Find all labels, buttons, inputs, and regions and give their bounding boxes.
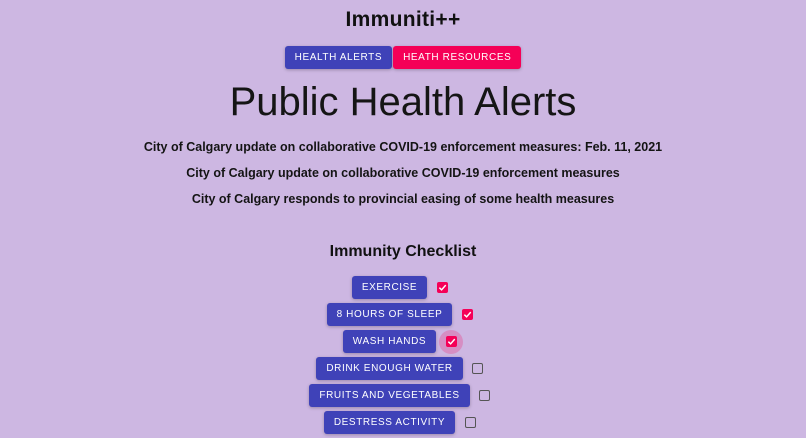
health-resources-button[interactable]: HEATH RESOURCES: [393, 46, 522, 69]
checkbox-checked-icon: [445, 336, 457, 347]
destress-activity-checkbox[interactable]: [458, 411, 482, 435]
checklist-row-destress: DESTRESS ACTIVITY: [0, 411, 806, 434]
wash-hands-button[interactable]: WASH HANDS: [342, 330, 437, 353]
checkbox-unchecked-icon: [479, 390, 491, 401]
nav-bar: HEALTH ALERTS HEATH RESOURCES: [0, 46, 806, 69]
alert-link[interactable]: City of Calgary responds to provincial e…: [0, 191, 806, 217]
checklist-title: Immunity Checklist: [329, 243, 477, 260]
checklist-row-sleep: 8 HOURS OF SLEEP: [0, 303, 806, 326]
health-alerts-button[interactable]: HEALTH ALERTS: [284, 46, 393, 69]
page-title: Public Health Alerts: [229, 80, 577, 124]
exercise-checkbox[interactable]: [430, 276, 454, 300]
checkbox-unchecked-icon: [464, 417, 476, 428]
checklist-row-fruits: FRUITS AND VEGETABLES: [0, 384, 806, 407]
fruits-vegetables-button[interactable]: FRUITS AND VEGETABLES: [309, 384, 470, 407]
fruits-vegetables-checkbox[interactable]: [473, 384, 497, 408]
exercise-button[interactable]: EXERCISE: [351, 276, 428, 299]
alerts-list: City of Calgary update on collaborative …: [0, 139, 806, 217]
destress-activity-button[interactable]: DESTRESS ACTIVITY: [323, 411, 456, 434]
checklist-row-water: DRINK ENOUGH WATER: [0, 357, 806, 380]
wash-hands-checkbox[interactable]: [439, 329, 464, 354]
checkbox-checked-icon: [461, 309, 473, 320]
immunity-checklist: EXERCISE 8 HOURS OF SLEEP WASH HANDS DRI…: [0, 276, 806, 438]
checkbox-checked-icon: [436, 282, 448, 293]
checkbox-unchecked-icon: [472, 363, 484, 374]
water-checkbox[interactable]: [466, 357, 490, 381]
alert-link[interactable]: City of Calgary update on collaborative …: [0, 165, 806, 191]
sleep-checkbox[interactable]: [455, 303, 479, 327]
sleep-button[interactable]: 8 HOURS OF SLEEP: [326, 303, 453, 326]
app-title: Immuniti++: [345, 8, 461, 31]
checklist-row-exercise: EXERCISE: [0, 276, 806, 299]
checklist-row-wash-hands: WASH HANDS: [0, 329, 806, 354]
alert-link[interactable]: City of Calgary update on collaborative …: [0, 139, 806, 165]
water-button[interactable]: DRINK ENOUGH WATER: [316, 357, 463, 380]
